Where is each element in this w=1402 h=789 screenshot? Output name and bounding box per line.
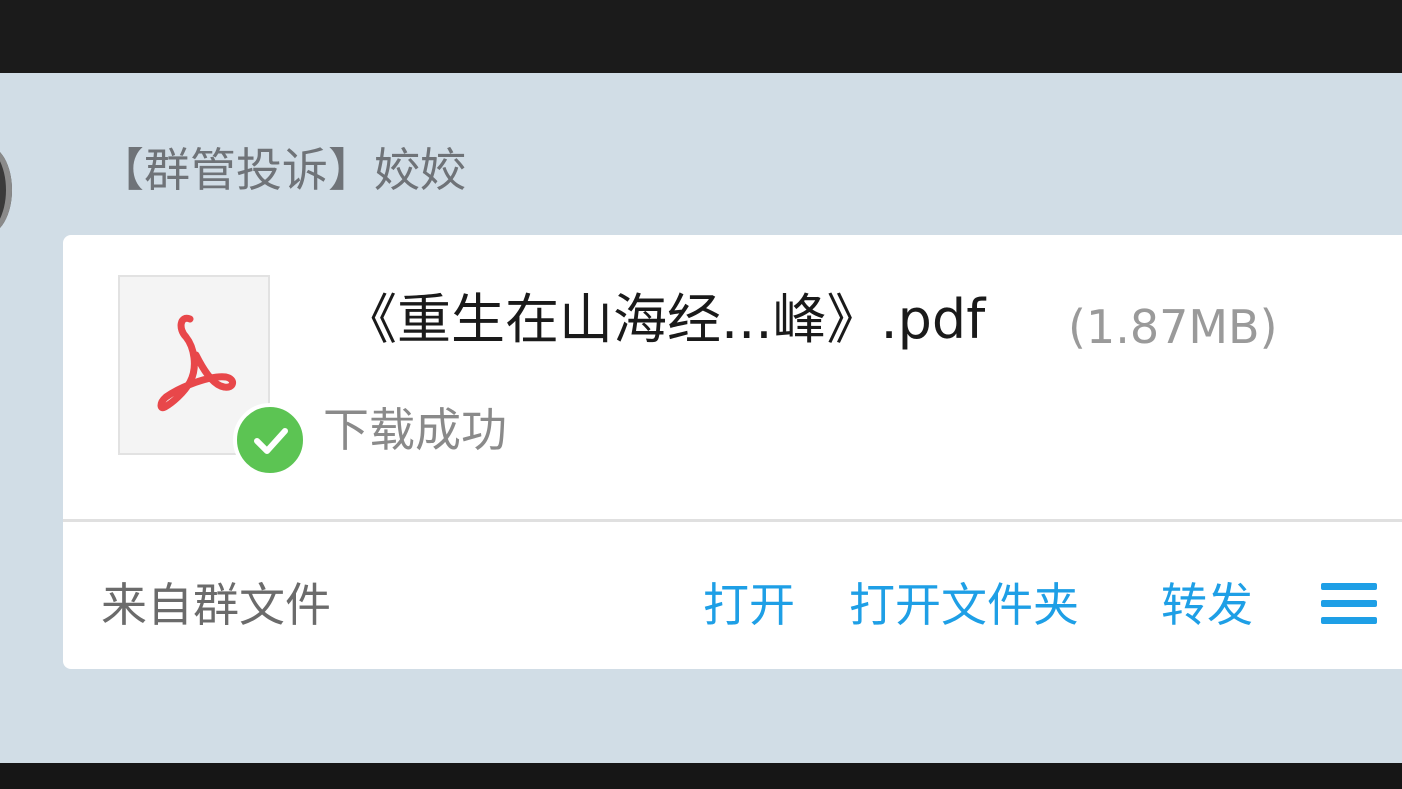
pdf-icon	[157, 314, 236, 412]
file-message-card[interactable]: 《重生在山海经...峰》.pdf (1.87MB) 下载成功 来自群文件 打开 …	[63, 235, 1402, 669]
open-button[interactable]: 打开	[703, 575, 795, 635]
download-status: 下载成功	[323, 403, 507, 457]
forward-button[interactable]: 转发	[1161, 575, 1253, 635]
bottom-bar	[0, 763, 1402, 789]
card-divider	[63, 519, 1402, 522]
file-size: (1.87MB)	[1068, 300, 1278, 354]
open-folder-button[interactable]: 打开文件夹	[849, 575, 1079, 635]
sender-name: 【群管投诉】姣姣	[98, 143, 466, 197]
file-name[interactable]: 《重生在山海经...峰》.pdf	[343, 287, 985, 353]
menu-icon[interactable]	[1321, 581, 1377, 627]
top-bar	[0, 0, 1402, 73]
check-circle-icon	[233, 403, 307, 477]
file-source: 来自群文件	[101, 578, 331, 632]
